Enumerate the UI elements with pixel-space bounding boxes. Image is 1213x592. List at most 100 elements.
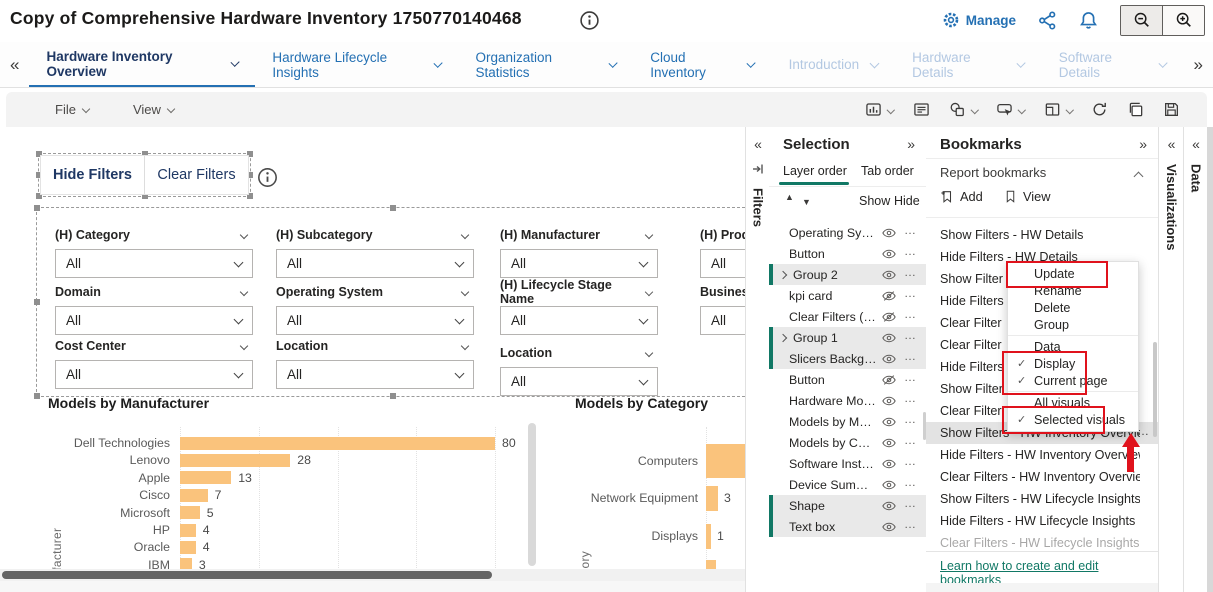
chevron-down-icon[interactable] (461, 288, 469, 296)
file-menu[interactable]: File (55, 102, 89, 117)
chevron-down-icon[interactable] (461, 342, 469, 350)
chevron-down-icon[interactable] (645, 349, 653, 357)
more-options-icon[interactable]: … (904, 328, 916, 342)
data-rail-label[interactable]: Data (1189, 164, 1204, 192)
duplicate-page-button[interactable] (1122, 101, 1149, 118)
visualizations-rail-label[interactable]: Visualizations (1164, 164, 1179, 250)
text-box-button[interactable] (908, 101, 935, 118)
chevron-down-icon[interactable] (747, 58, 757, 68)
notifications-bell-icon[interactable] (1079, 11, 1098, 30)
page-tab-hardware-lifecycle-insights[interactable]: Hardware Lifecycle Insights (255, 42, 458, 87)
expand-filters-icon[interactable]: « (752, 136, 764, 152)
slicer-dropdown-h-subcategory[interactable]: All (276, 249, 474, 278)
slicer-dropdown-domain[interactable]: All (55, 306, 253, 335)
slicer-dropdown-h-category[interactable]: All (55, 249, 253, 278)
bar-cisco[interactable] (180, 489, 208, 502)
slicer-dropdown-h-manufacturer[interactable]: All (500, 249, 658, 278)
bookmark-show-filters-hw-details-0[interactable]: Show Filters - HW Details (926, 224, 1158, 246)
menu-item-rename[interactable]: Rename (1008, 282, 1138, 299)
info-icon[interactable] (257, 167, 278, 188)
filters-rail-label[interactable]: Filters (751, 188, 766, 227)
menu-item-delete[interactable]: Delete (1008, 299, 1138, 316)
layer-item-group-2[interactable]: Group 2… (769, 264, 926, 285)
manage-button[interactable]: Manage (942, 11, 1016, 29)
report-canvas[interactable]: Hide Filters Clear Filters (H) CategoryA… (0, 127, 746, 592)
expand-group-icon[interactable] (779, 333, 787, 341)
insert-visual-button[interactable] (860, 101, 899, 118)
visibility-eye-off-icon[interactable] (882, 311, 896, 323)
show-all-button[interactable]: Show (859, 194, 890, 208)
collapse-bookmarks-pane-icon[interactable]: » (1139, 136, 1147, 152)
filters-pane-collapsed[interactable]: « Filters (745, 127, 771, 592)
save-button[interactable] (1158, 101, 1185, 118)
visibility-eye-icon[interactable] (882, 332, 896, 344)
expand-group-icon[interactable] (779, 270, 787, 278)
page-tab-software-details[interactable]: Software Details (1042, 42, 1184, 87)
visibility-eye-icon[interactable] (882, 269, 896, 281)
data-pane-collapsed[interactable]: « Data (1183, 127, 1208, 592)
layer-item-kpi-card[interactable]: kpi card… (769, 285, 926, 306)
slicer-dropdown-location[interactable]: All (500, 367, 658, 396)
hide-filters-button[interactable]: Hide Filters (41, 156, 145, 194)
visibility-eye-icon[interactable] (882, 437, 896, 449)
scroll-tabs-left-icon[interactable]: « (0, 42, 29, 87)
more-options-icon[interactable]: … (904, 412, 916, 426)
canvas-hscroll-thumb[interactable] (2, 571, 492, 579)
layer-item-models-by-manufact[interactable]: Models by Manufact...… (769, 411, 926, 432)
more-options-icon[interactable]: … (904, 475, 916, 489)
layer-item-button[interactable]: Button… (769, 369, 926, 390)
slicer-dropdown-h-lifecycle-stage-name[interactable]: All (500, 306, 658, 335)
visibility-eye-icon[interactable] (882, 521, 896, 533)
scroll-tabs-right-icon[interactable]: » (1184, 42, 1213, 87)
layer-item-operating-system-su[interactable]: Operating System Su...… (769, 222, 926, 243)
chevron-down-icon[interactable] (645, 288, 653, 296)
layer-item-slicers-background-te[interactable]: Slicers Background Te...… (769, 348, 926, 369)
bar-computers[interactable] (706, 444, 746, 478)
expand-visualizations-icon[interactable]: « (1166, 136, 1178, 152)
chevron-down-icon[interactable] (608, 58, 618, 68)
layer-item-hardware-models-de[interactable]: Hardware Models De...… (769, 390, 926, 411)
visibility-eye-icon[interactable] (882, 458, 896, 470)
move-layer-down-icon[interactable]: ▼ (802, 197, 811, 207)
info-icon[interactable] (579, 10, 600, 31)
clear-filters-button[interactable]: Clear Filters (145, 156, 248, 194)
share-icon[interactable] (1038, 11, 1057, 30)
chevron-down-icon[interactable] (870, 58, 880, 68)
view-menu[interactable]: View (133, 102, 174, 117)
more-options-icon[interactable]: … (904, 433, 916, 447)
menu-item-all-visuals[interactable]: All visuals (1008, 394, 1138, 411)
shapes-button[interactable] (944, 101, 983, 118)
visibility-eye-icon[interactable] (882, 500, 896, 512)
visibility-eye-icon[interactable] (882, 353, 896, 365)
page-tab-hardware-inventory-overview[interactable]: Hardware Inventory Overview (29, 42, 255, 87)
visibility-eye-icon[interactable] (882, 248, 896, 260)
more-options-icon[interactable]: … (904, 370, 916, 384)
layer-item-device-summary[interactable]: Device Summary… (769, 474, 926, 495)
menu-item-group[interactable]: Group (1008, 316, 1138, 333)
chevron-down-icon[interactable] (645, 231, 653, 239)
visibility-eye-off-icon[interactable] (882, 374, 896, 386)
bookmark-show-filters-hw-lifecycle-insights-12[interactable]: Show Filters - HW Lifecycle Insights (926, 488, 1158, 510)
view-bookmarks-button[interactable]: View (1004, 189, 1051, 204)
visibility-eye-icon[interactable] (882, 395, 896, 407)
bar-microsoft[interactable] (180, 506, 200, 519)
bar-oracle[interactable] (180, 541, 196, 554)
more-options-icon[interactable]: … (904, 307, 916, 321)
page-tab-organization-statistics[interactable]: Organization Statistics (458, 42, 633, 87)
more-options-icon[interactable]: … (904, 496, 916, 510)
bookmark-hide-filters-hw-inventory-overview-10[interactable]: Hide Filters - HW Inventory Overview (926, 444, 1158, 466)
layer-item-shape[interactable]: Shape… (769, 495, 926, 516)
page-view-button[interactable] (1039, 101, 1078, 118)
add-bookmark-button[interactable]: Add (940, 189, 983, 204)
layer-item-software-installed-on[interactable]: Software Installed on ...… (769, 453, 926, 474)
page-tab-hardware-details[interactable]: Hardware Details (895, 42, 1042, 87)
menu-item-display[interactable]: ✓Display (1008, 355, 1138, 372)
pin-pane-icon[interactable] (751, 162, 765, 176)
more-options-icon[interactable]: … (904, 349, 916, 363)
more-options-icon[interactable]: … (904, 223, 916, 237)
resize-handle[interactable] (390, 393, 396, 399)
more-options-icon[interactable]: … (904, 454, 916, 468)
more-options-icon[interactable]: … (904, 391, 916, 405)
page-tab-introduction[interactable]: Introduction (772, 42, 896, 87)
chevron-down-icon[interactable] (230, 57, 240, 67)
